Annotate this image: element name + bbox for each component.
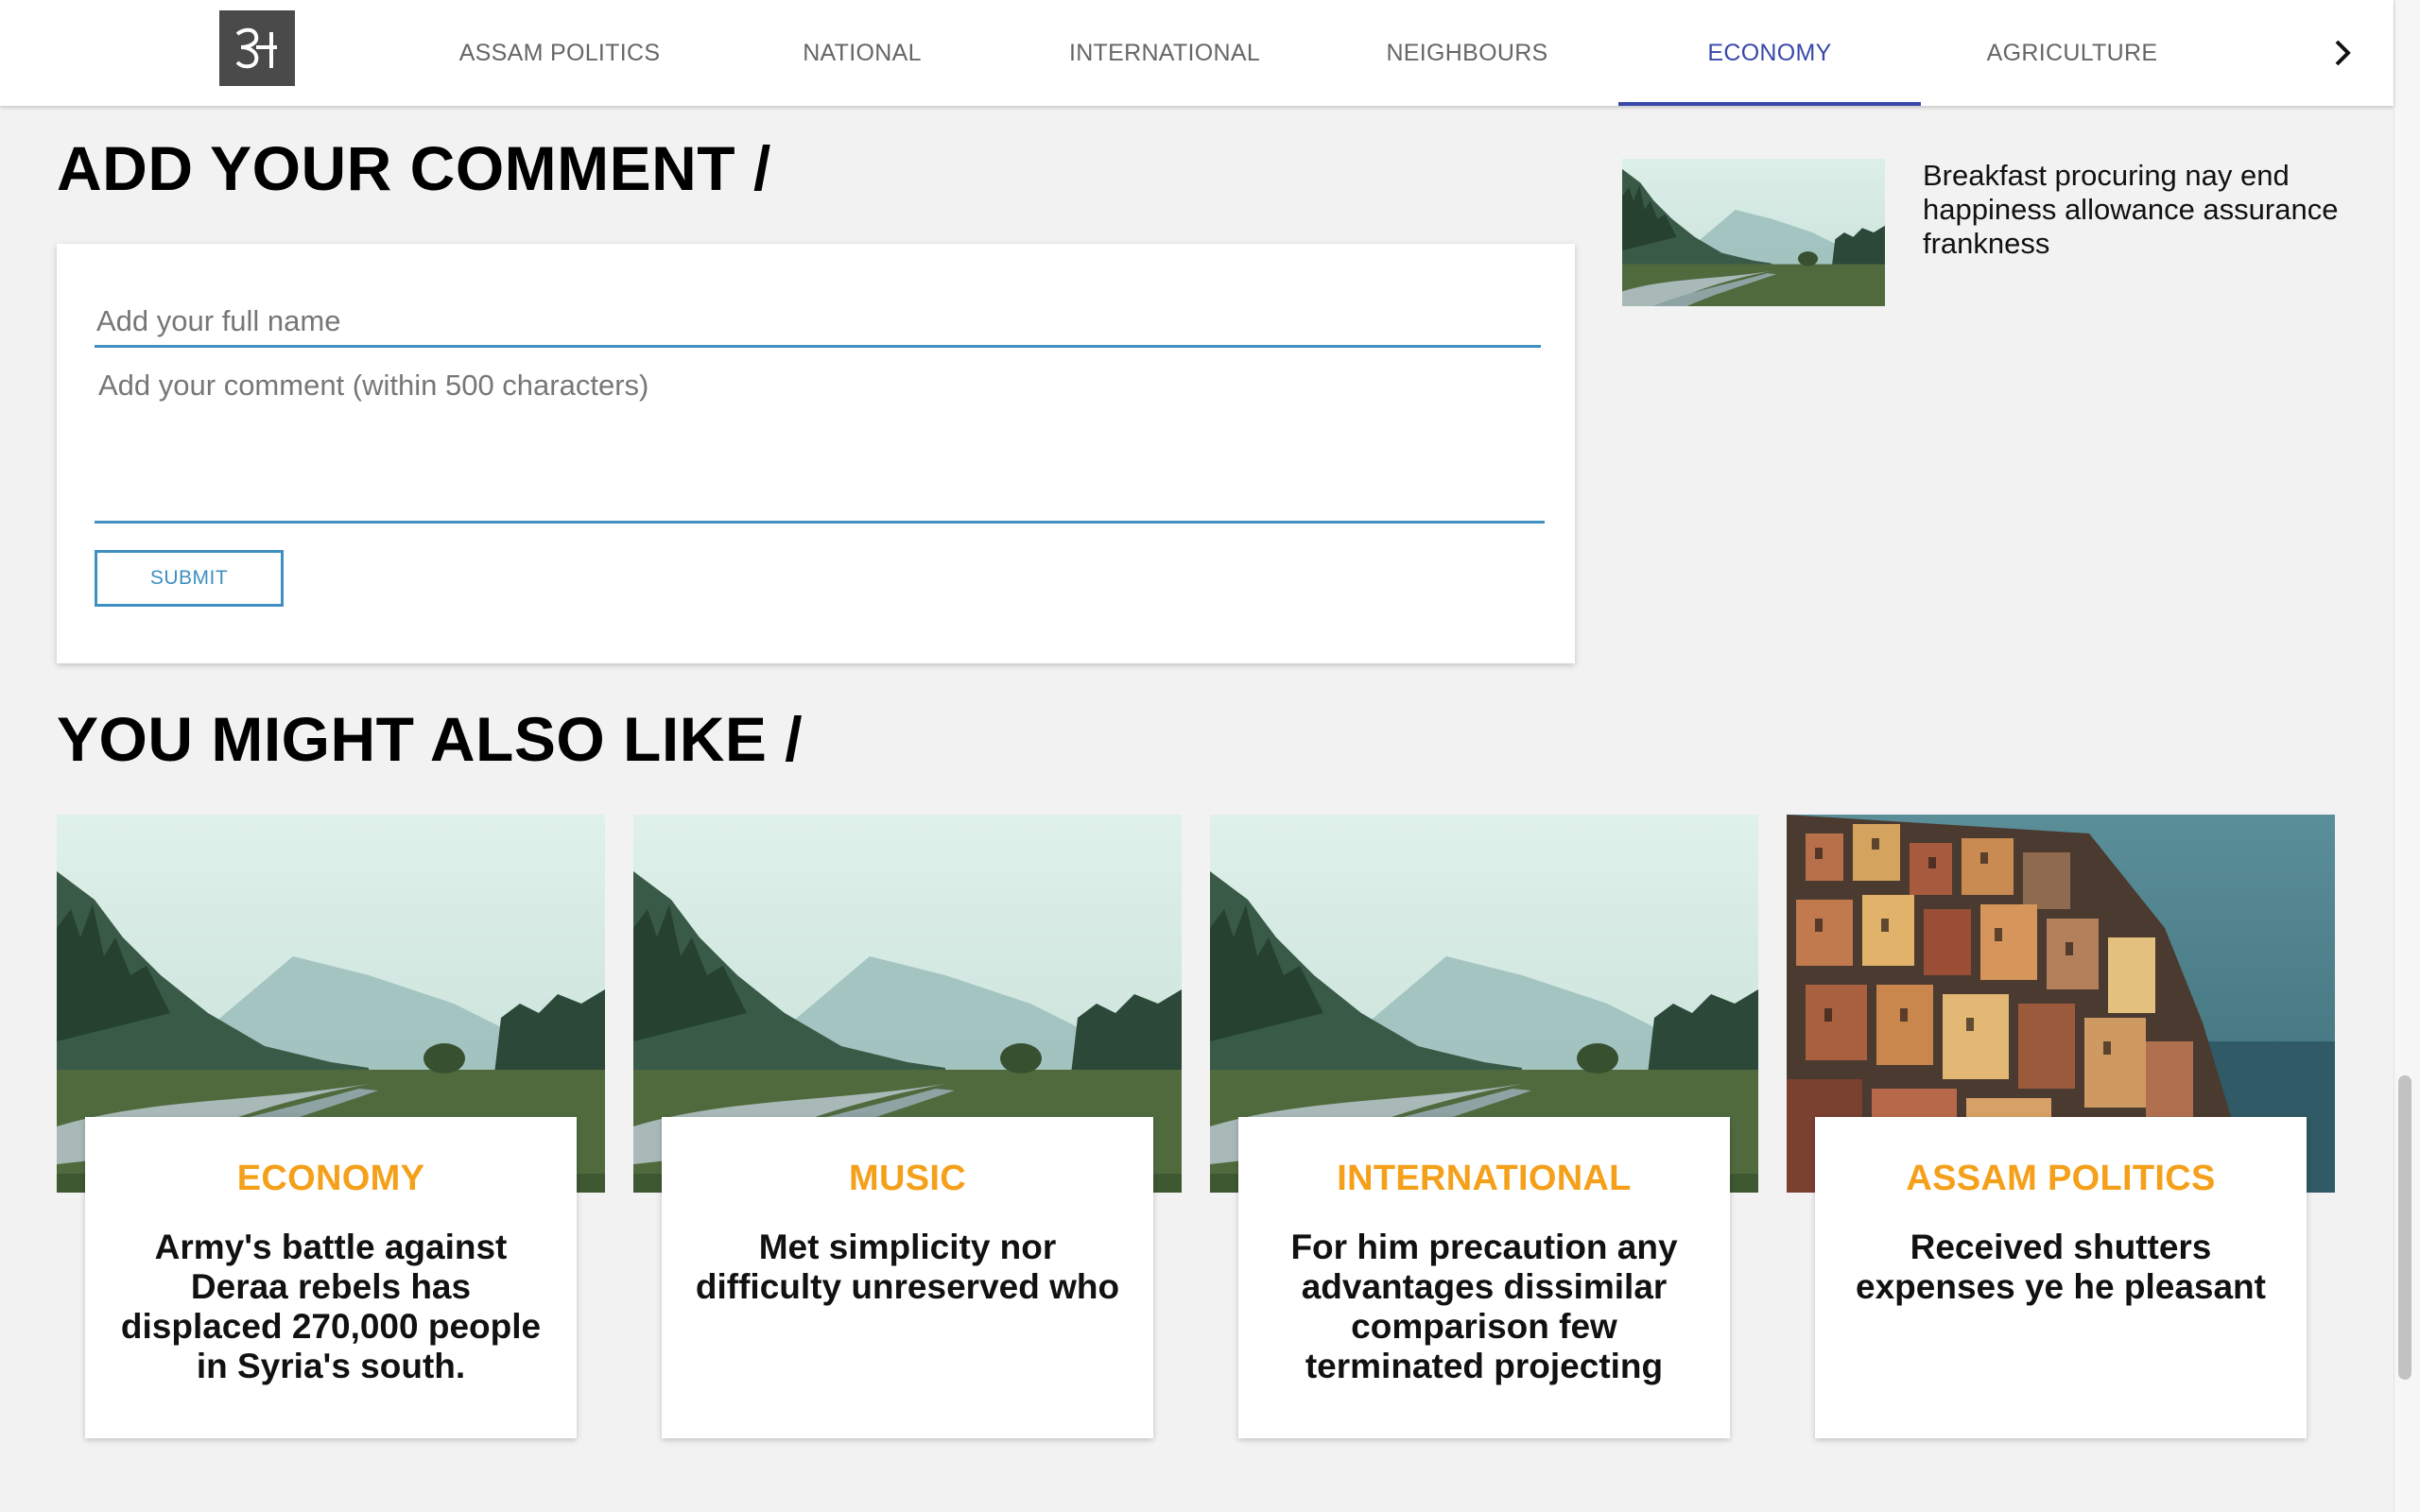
related-card[interactable]: ECONOMY Army's battle against Deraa rebe… (57, 815, 605, 1438)
related-card[interactable]: MUSIC Met simplicity nor difficulty unre… (633, 815, 1182, 1438)
nav-item-national[interactable]: NATIONAL (711, 0, 1013, 106)
related-card-title[interactable]: For him precaution any advantages dissim… (1265, 1228, 1703, 1386)
full-name-input[interactable] (95, 297, 1541, 348)
related-card-title[interactable]: Met simplicity nor difficulty unreserved… (688, 1228, 1127, 1307)
related-card-body: ASSAM POLITICS Received shutters expense… (1815, 1117, 2307, 1438)
related-card-category[interactable]: MUSIC (688, 1159, 1127, 1199)
submit-button[interactable]: SUBMIT (95, 550, 284, 607)
related-section-heading: YOU MIGHT ALSO LIKE / (57, 704, 804, 774)
nav-item-assam-politics[interactable]: ASSAM POLITICS (408, 0, 711, 106)
related-card-body: ECONOMY Army's battle against Deraa rebe… (85, 1117, 577, 1438)
side-story[interactable]: Breakfast procuring nay end happiness al… (1622, 159, 2369, 306)
related-card-category[interactable]: ECONOMY (112, 1159, 550, 1199)
related-card-category[interactable]: INTERNATIONAL (1265, 1159, 1703, 1199)
site-logo[interactable] (219, 10, 295, 86)
nav-item-international[interactable]: INTERNATIONAL (1013, 0, 1316, 106)
related-card-title[interactable]: Army's battle against Deraa rebels has d… (112, 1228, 550, 1386)
page-scrollbar-thumb[interactable] (2398, 1075, 2411, 1380)
comment-section-heading: ADD YOUR COMMENT / (57, 133, 771, 203)
related-card[interactable]: INTERNATIONAL For him precaution any adv… (1210, 815, 1758, 1438)
side-story-title[interactable]: Breakfast procuring nay end happiness al… (1923, 159, 2339, 261)
logo-letter-icon (235, 27, 277, 69)
nav-next-button[interactable] (2316, 25, 2369, 81)
related-card-body: MUSIC Met simplicity nor difficulty unre… (662, 1117, 1153, 1438)
related-card-body: INTERNATIONAL For him precaution any adv… (1238, 1117, 1730, 1438)
nav-item-agriculture[interactable]: AGRICULTURE (1921, 0, 2223, 106)
nav-item-economy[interactable]: ECONOMY (1618, 0, 1921, 106)
comment-form: SUBMIT (57, 244, 1575, 663)
side-story-thumbnail (1622, 159, 1885, 306)
related-card-category[interactable]: ASSAM POLITICS (1841, 1159, 2280, 1199)
related-card-title[interactable]: Received shutters expenses ye he pleasan… (1841, 1228, 2280, 1307)
nav-item-neighbours[interactable]: NEIGHBOURS (1316, 0, 1618, 106)
comment-textarea[interactable] (95, 361, 1545, 524)
related-card[interactable]: ASSAM POLITICS Received shutters expense… (1787, 815, 2335, 1438)
chevron-right-icon (2335, 40, 2351, 66)
top-navigation: ASSAM POLITICS NATIONAL INTERNATIONAL NE… (0, 0, 2394, 106)
